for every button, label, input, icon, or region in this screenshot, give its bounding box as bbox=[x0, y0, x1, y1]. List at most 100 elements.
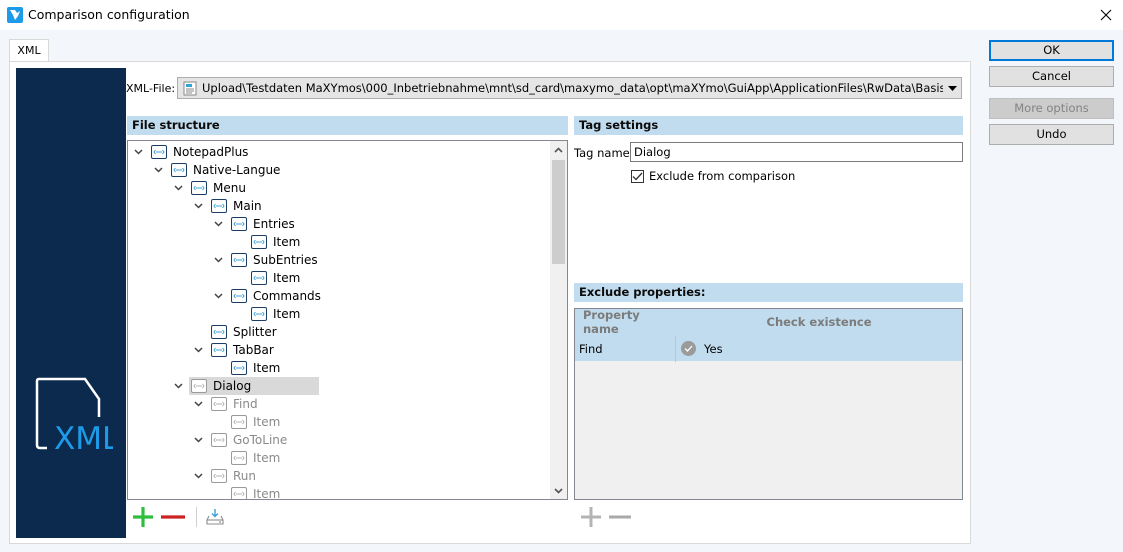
xml-tag-icon bbox=[231, 361, 247, 375]
tab-xml[interactable]: XML bbox=[9, 39, 49, 62]
tree-scrollbar[interactable] bbox=[550, 141, 567, 499]
xml-tag-icon bbox=[151, 145, 167, 159]
tree-node[interactable]: Run bbox=[191, 467, 256, 485]
property-name-cell[interactable]: Find bbox=[575, 335, 676, 362]
table-row[interactable]: Find Yes bbox=[575, 335, 962, 362]
tree-node-label: Item bbox=[273, 235, 301, 249]
column-header-check-existence[interactable]: Check existence bbox=[676, 315, 962, 329]
plus-icon bbox=[133, 507, 153, 527]
tree-node[interactable]: Find bbox=[191, 395, 258, 413]
xml-tag-icon bbox=[211, 343, 227, 357]
tree-node[interactable]: SubEntries bbox=[211, 251, 318, 269]
expander-chevron-down-icon[interactable] bbox=[211, 251, 225, 269]
tree-node-label: SubEntries bbox=[253, 253, 318, 267]
plus-icon bbox=[581, 507, 601, 527]
tree-node-label: Item bbox=[273, 271, 301, 285]
expander-chevron-down-icon[interactable] bbox=[211, 287, 225, 305]
tree-node[interactable]: Main bbox=[191, 197, 262, 215]
column-header-property-name[interactable]: Property name bbox=[575, 308, 676, 336]
expander-chevron-down-icon[interactable] bbox=[171, 179, 185, 197]
expander-chevron-down-icon[interactable] bbox=[131, 143, 145, 161]
check-existence-cell[interactable]: Yes bbox=[676, 341, 962, 356]
tree-node[interactable]: Item bbox=[211, 413, 280, 431]
tree-node[interactable]: Item bbox=[211, 449, 280, 467]
tree-node[interactable]: Item bbox=[211, 485, 281, 500]
expander-chevron-down-icon[interactable] bbox=[191, 431, 205, 449]
exclude-properties-header: Exclude properties: bbox=[574, 283, 963, 302]
tree-node[interactable]: Splitter bbox=[191, 323, 277, 341]
close-button[interactable] bbox=[1089, 0, 1123, 30]
tree-node-label: Item bbox=[253, 487, 281, 500]
exclude-properties-grid: Property name Check existence Find Yes bbox=[574, 308, 963, 500]
xml-banner: XML bbox=[16, 68, 126, 538]
file-structure-header: File structure bbox=[127, 116, 568, 135]
file-icon bbox=[183, 81, 197, 95]
tree-node-label: NotepadPlus bbox=[173, 145, 249, 159]
expander-chevron-down-icon[interactable] bbox=[191, 341, 205, 359]
expander-chevron-down-icon[interactable] bbox=[191, 197, 205, 215]
chevron-up-icon bbox=[554, 146, 563, 153]
tree-node-label: Item bbox=[253, 361, 281, 375]
tree-node[interactable]: Native-Langue bbox=[151, 161, 280, 179]
tree-node[interactable]: Item bbox=[231, 269, 300, 287]
file-structure-tree[interactable]: NotepadPlus Native-Langue Menu Main Entries I… bbox=[127, 140, 568, 500]
tree-node[interactable]: Commands bbox=[211, 287, 321, 305]
tree-node-label: Dialog bbox=[213, 379, 252, 393]
xml-tag-icon bbox=[231, 487, 247, 499]
ok-button[interactable]: OK bbox=[989, 40, 1114, 61]
xml-tag-icon bbox=[251, 271, 267, 285]
more-options-button[interactable]: More options bbox=[989, 98, 1114, 119]
undo-button[interactable]: Undo bbox=[989, 124, 1114, 145]
xml-tag-icon bbox=[211, 325, 227, 339]
tree-node[interactable]: Item bbox=[231, 305, 300, 323]
add-property-button[interactable] bbox=[579, 506, 603, 528]
tree-node[interactable]: Menu bbox=[171, 179, 246, 197]
tree-node[interactable]: NotepadPlus bbox=[131, 143, 248, 161]
tree-node[interactable]: Entries bbox=[211, 215, 295, 233]
tree-node-label: Menu bbox=[213, 181, 246, 195]
tree-node[interactable]: TabBar bbox=[191, 341, 274, 359]
remove-property-button[interactable] bbox=[607, 506, 633, 528]
tree-toolbar bbox=[130, 506, 225, 528]
tag-settings-header: Tag settings bbox=[574, 116, 963, 135]
xml-file-select[interactable]: Upload\Testdaten MaXYmos\000_Inbetriebna… bbox=[177, 77, 962, 99]
scroll-up-button[interactable] bbox=[550, 141, 567, 158]
tree-node-label: Run bbox=[233, 469, 257, 483]
checkbox-box[interactable] bbox=[631, 169, 644, 183]
tree-node[interactable]: Item bbox=[211, 359, 280, 377]
minus-icon bbox=[609, 515, 631, 519]
tree-node[interactable]: GoToLine bbox=[191, 431, 287, 449]
tree-node-label: TabBar bbox=[233, 343, 274, 357]
checkmark-icon bbox=[632, 172, 643, 180]
exclude-from-comparison-checkbox[interactable]: Exclude from comparison bbox=[631, 169, 795, 183]
tree-node[interactable]: Item bbox=[231, 233, 300, 251]
tag-name-input[interactable] bbox=[630, 142, 963, 162]
xml-tag-icon bbox=[251, 235, 267, 249]
tag-name-label: Tag name: bbox=[574, 146, 634, 160]
tree-node-label: Find bbox=[233, 397, 258, 411]
import-button[interactable] bbox=[205, 506, 225, 528]
add-node-button[interactable] bbox=[130, 506, 156, 528]
expander-chevron-down-icon[interactable] bbox=[191, 467, 205, 485]
xml-tag-icon bbox=[251, 307, 267, 321]
expander-chevron-down-icon[interactable] bbox=[211, 215, 225, 233]
cancel-button[interactable]: Cancel bbox=[989, 66, 1114, 87]
expander-chevron-down-icon[interactable] bbox=[191, 395, 205, 413]
tree-node[interactable]: Dialog bbox=[171, 377, 319, 395]
xml-logo-text: XML bbox=[54, 421, 113, 457]
remove-node-button[interactable] bbox=[158, 506, 188, 528]
toolbar-separator bbox=[196, 507, 197, 527]
scroll-thumb[interactable] bbox=[552, 160, 565, 264]
xml-tag-icon bbox=[191, 181, 207, 195]
scroll-down-button[interactable] bbox=[550, 482, 567, 499]
expander-chevron-down-icon[interactable] bbox=[151, 161, 165, 179]
expander-chevron-down-icon[interactable] bbox=[171, 377, 185, 395]
title-bar: Comparison configuration bbox=[0, 0, 1123, 30]
xml-tag-icon bbox=[231, 217, 247, 231]
xml-tag-icon bbox=[211, 469, 227, 483]
